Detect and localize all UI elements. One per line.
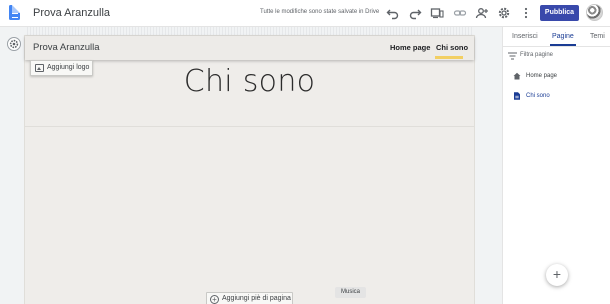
top-bar: Prova Aranzulla Tutte le modifiche sono … [0, 0, 610, 27]
hero-title[interactable]: Chi sono [25, 64, 474, 99]
add-circle-icon: + [210, 295, 219, 304]
home-icon [513, 72, 521, 80]
share-icon[interactable] [475, 6, 489, 20]
site-title-input[interactable]: Prova Aranzulla [33, 7, 110, 19]
nav-link-chi-sono[interactable]: Chi sono [436, 43, 468, 52]
avatar[interactable] [586, 4, 603, 21]
tooltip-chip: Musica [335, 287, 366, 298]
page-settings-icon[interactable] [7, 37, 21, 51]
filter-pages-input[interactable]: Filtra pagine [520, 52, 553, 58]
more-icon[interactable] [519, 6, 533, 20]
editor-canvas: Prova Aranzulla Home page Chi sono Aggiu… [0, 27, 502, 304]
add-footer-button[interactable]: + Aggiungi piè di pagina [206, 292, 293, 304]
right-panel: Inserisci Pagine Temi Filtra pagine Home… [502, 27, 610, 304]
site-header-title[interactable]: Prova Aranzulla [33, 42, 100, 53]
tab-pagine[interactable]: Pagine [552, 33, 574, 40]
save-status-text: Tutte le modifiche sono state salvate in… [260, 9, 380, 15]
filter-icon [508, 52, 517, 60]
tab-temi[interactable]: Temi [590, 33, 605, 40]
redo-icon[interactable] [408, 6, 422, 20]
nav-active-indicator [435, 56, 463, 59]
page-item-label: Home page [526, 73, 558, 79]
tab-inserisci[interactable]: Inserisci [512, 33, 538, 40]
page-item-label: Chi sono [526, 93, 550, 99]
page-item-chi-sono[interactable]: Chi sono [503, 89, 610, 103]
sites-logo-icon[interactable] [9, 5, 20, 20]
ruler-strip [25, 27, 474, 36]
link-icon[interactable] [453, 6, 467, 20]
page-item-home[interactable]: Home page [503, 69, 610, 83]
publish-button[interactable]: Pubblica [540, 5, 579, 21]
hero-divider [25, 126, 474, 127]
preview-icon[interactable] [430, 6, 444, 20]
add-page-button[interactable]: + [546, 264, 568, 286]
nav-link-home[interactable]: Home page [390, 43, 430, 52]
document-icon [514, 92, 520, 100]
site-header-nav: Prova Aranzulla Home page Chi sono [25, 36, 474, 60]
site-page: Prova Aranzulla Home page Chi sono Aggiu… [25, 36, 474, 304]
add-footer-label: Aggiungi piè di pagina [222, 295, 291, 302]
panel-divider [503, 46, 610, 47]
undo-icon[interactable] [386, 6, 400, 20]
settings-icon[interactable] [497, 6, 511, 20]
